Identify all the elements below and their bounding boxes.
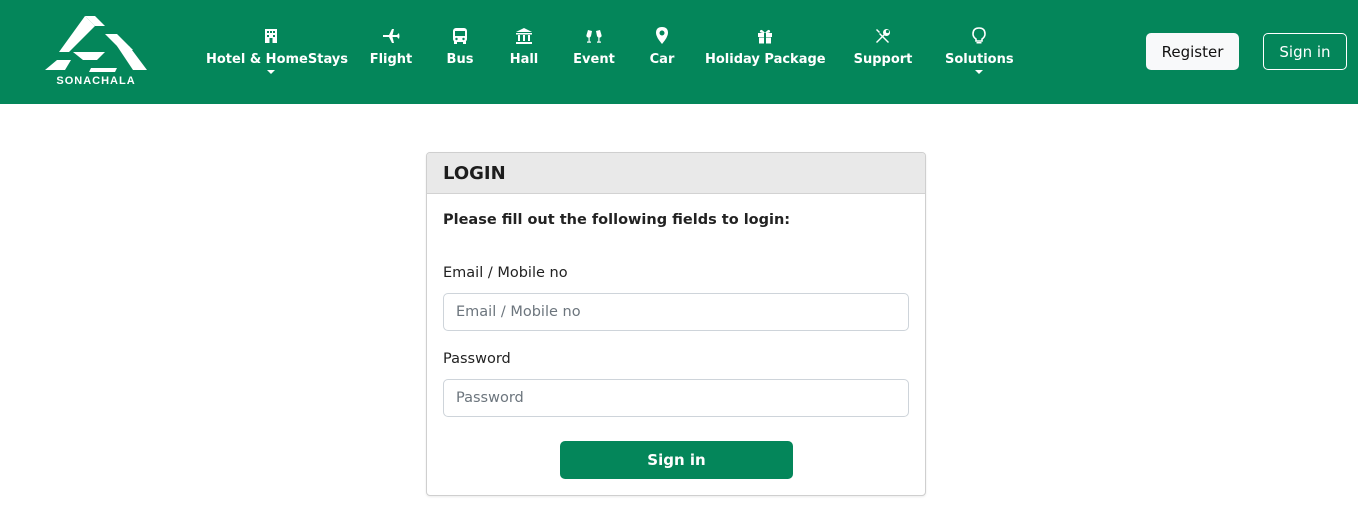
tools-icon [852, 26, 914, 46]
nav-label: Hotel & HomeStays [206, 52, 349, 67]
nav-item-bus[interactable]: Bus [440, 26, 480, 82]
nav-item-hotel-homestays[interactable]: Hotel & HomeStays [206, 26, 349, 82]
plane-icon [365, 26, 417, 46]
nav-label: Event [573, 52, 615, 67]
nav-label: Holiday Package [705, 52, 826, 67]
header-sign-in-button[interactable]: Sign in [1263, 33, 1347, 70]
bus-icon [440, 26, 480, 46]
login-card: LOGIN Please fill out the following fiel… [426, 152, 926, 496]
sonachala-mountain-logo-icon [45, 16, 147, 72]
email-label: Email / Mobile no [443, 265, 568, 281]
email-mobile-input[interactable] [443, 293, 909, 331]
nav-item-car[interactable]: Car [642, 26, 682, 82]
nav-label: Bus [446, 52, 474, 67]
login-title: LOGIN [443, 163, 506, 184]
brand-name: SONACHALA [56, 75, 136, 87]
sign-in-submit-button[interactable]: Sign in [560, 441, 793, 479]
chevron-down-icon [975, 70, 983, 74]
lightbulb-icon [945, 26, 1013, 46]
hall-icon [503, 26, 545, 46]
chevron-down-icon [267, 70, 275, 74]
nav-label: Car [649, 52, 675, 67]
nav-item-flight[interactable]: Flight [365, 26, 417, 82]
nav-item-solutions[interactable]: Solutions [945, 26, 1014, 82]
nav-item-event[interactable]: Event [568, 26, 620, 82]
top-navbar: SONACHALA Hotel & HomeStays Flight Bus H… [0, 0, 1358, 104]
nav-item-holiday-package[interactable]: Holiday Package [705, 26, 826, 82]
login-card-header: LOGIN [427, 153, 925, 194]
event-icon [568, 26, 620, 46]
nav-item-support[interactable]: Support [852, 26, 914, 82]
hotel-icon [206, 26, 336, 46]
map-pin-icon [642, 26, 682, 46]
nav-label: Support [853, 52, 913, 67]
gift-icon [705, 26, 825, 46]
nav-label: Flight [369, 52, 413, 67]
nav-label: Solutions [945, 52, 1014, 67]
brand-logo[interactable]: SONACHALA [40, 14, 152, 90]
login-instructions: Please fill out the following fields to … [443, 212, 791, 228]
password-input[interactable] [443, 379, 909, 417]
nav-item-hall[interactable]: Hall [503, 26, 545, 82]
nav-label: Hall [509, 52, 539, 67]
password-label: Password [443, 351, 511, 367]
register-button[interactable]: Register [1146, 33, 1239, 70]
